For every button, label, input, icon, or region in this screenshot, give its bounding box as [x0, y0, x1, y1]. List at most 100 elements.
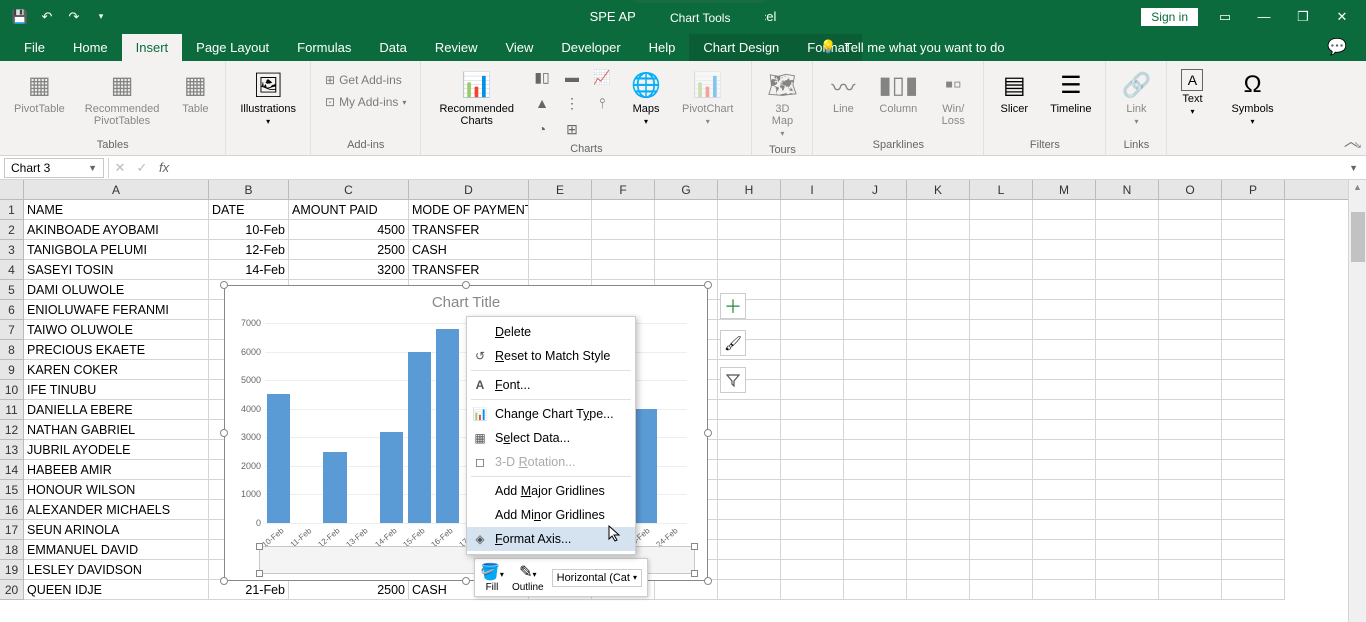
column-header[interactable]: F — [592, 180, 655, 199]
cell[interactable] — [592, 240, 655, 260]
cell[interactable] — [1033, 500, 1096, 520]
cell[interactable]: DATE — [209, 200, 289, 220]
ctx-add-major-gridlines[interactable]: Add Major Gridlines — [467, 479, 635, 503]
cell[interactable] — [1033, 520, 1096, 540]
tab-data[interactable]: Data — [365, 34, 420, 61]
cell[interactable]: MODE OF PAYMENT — [409, 200, 529, 220]
cell[interactable] — [907, 440, 970, 460]
table-button[interactable]: ▦Table — [173, 65, 217, 119]
pivotchart-button[interactable]: 📊PivotChart▾ — [676, 65, 739, 130]
cell[interactable]: TAIWO OLUWOLE — [24, 320, 209, 340]
cell[interactable] — [781, 540, 844, 560]
collapse-ribbon-icon[interactable]: ︿ — [1344, 131, 1358, 151]
cell[interactable] — [718, 260, 781, 280]
cell[interactable] — [844, 340, 907, 360]
cell[interactable] — [718, 420, 781, 440]
signin-button[interactable]: Sign in — [1141, 8, 1198, 26]
cell[interactable]: KAREN COKER — [24, 360, 209, 380]
column-header[interactable]: L — [970, 180, 1033, 199]
cell[interactable] — [718, 580, 781, 600]
tab-formulas[interactable]: Formulas — [283, 34, 365, 61]
cell[interactable] — [1033, 460, 1096, 480]
tab-home[interactable]: Home — [59, 34, 122, 61]
cell[interactable] — [970, 500, 1033, 520]
row-header[interactable]: 16 — [0, 500, 24, 520]
formula-input[interactable] — [175, 158, 1341, 178]
slicer-button[interactable]: ▤Slicer — [992, 65, 1036, 119]
cell[interactable] — [1222, 360, 1285, 380]
cell[interactable] — [718, 400, 781, 420]
cell[interactable] — [718, 460, 781, 480]
column-header[interactable]: H — [718, 180, 781, 199]
cell[interactable] — [1159, 220, 1222, 240]
cell[interactable] — [592, 220, 655, 240]
cell[interactable] — [1159, 500, 1222, 520]
cell[interactable]: TRANSFER — [409, 260, 529, 280]
cell[interactable] — [1222, 300, 1285, 320]
cell[interactable]: HONOUR WILSON — [24, 480, 209, 500]
cell[interactable] — [1033, 260, 1096, 280]
select-all-corner[interactable] — [0, 180, 24, 200]
cell[interactable] — [1222, 240, 1285, 260]
chart-line-icon[interactable]: 📈 — [588, 65, 616, 89]
tab-insert[interactable]: Insert — [122, 34, 183, 61]
column-header[interactable]: B — [209, 180, 289, 199]
cell[interactable] — [844, 560, 907, 580]
get-addins-button[interactable]: ⊞Get Add-ins — [319, 71, 408, 89]
cell[interactable] — [781, 420, 844, 440]
column-header[interactable]: E — [529, 180, 592, 199]
cell[interactable] — [1096, 240, 1159, 260]
cell[interactable] — [844, 220, 907, 240]
cell[interactable] — [844, 320, 907, 340]
chart-filters-button[interactable] — [720, 367, 746, 393]
cell[interactable] — [529, 240, 592, 260]
cell[interactable] — [1222, 260, 1285, 280]
cell[interactable]: AKINBOADE AYOBAMI — [24, 220, 209, 240]
cell[interactable] — [907, 420, 970, 440]
row-header[interactable]: 17 — [0, 520, 24, 540]
chart-stock-icon[interactable]: ⫯ — [588, 91, 616, 115]
chart-area-icon[interactable]: ▲ — [528, 91, 556, 115]
cell[interactable] — [1159, 560, 1222, 580]
cell[interactable] — [529, 260, 592, 280]
comments-icon[interactable]: 💬 — [1323, 33, 1351, 61]
cell[interactable]: JUBRIL AYODELE — [24, 440, 209, 460]
cell[interactable]: ALEXANDER MICHAELS — [24, 500, 209, 520]
cell[interactable] — [1096, 280, 1159, 300]
cell[interactable] — [1222, 480, 1285, 500]
row-header[interactable]: 9 — [0, 360, 24, 380]
cell[interactable] — [781, 560, 844, 580]
enter-formula-icon[interactable]: ✓ — [131, 160, 153, 176]
ribbon-display-icon[interactable]: ▭ — [1213, 7, 1237, 27]
chart-column-icon[interactable]: ▮▯ — [528, 65, 556, 89]
cell[interactable] — [1222, 340, 1285, 360]
sparkline-winloss-button[interactable]: ▪▫Win/ Loss — [931, 65, 975, 131]
cell[interactable] — [1222, 580, 1285, 600]
cell[interactable] — [844, 260, 907, 280]
row-header[interactable]: 10 — [0, 380, 24, 400]
cell[interactable] — [1033, 580, 1096, 600]
cell[interactable] — [970, 200, 1033, 220]
cell[interactable]: ENIOLUWAFE FERANMI — [24, 300, 209, 320]
cell[interactable] — [844, 460, 907, 480]
cell[interactable]: 2500 — [289, 580, 409, 600]
cell[interactable] — [1222, 460, 1285, 480]
cell[interactable] — [844, 300, 907, 320]
cell[interactable] — [1033, 400, 1096, 420]
cell[interactable] — [970, 440, 1033, 460]
scrollbar-thumb[interactable] — [1351, 212, 1365, 262]
cell[interactable] — [1033, 360, 1096, 380]
cell[interactable] — [1033, 480, 1096, 500]
cell[interactable] — [718, 440, 781, 460]
close-icon[interactable]: ✕ — [1330, 7, 1354, 27]
column-header[interactable]: G — [655, 180, 718, 199]
chart-scatter-icon[interactable]: ⋮ — [558, 91, 586, 115]
cell[interactable] — [970, 380, 1033, 400]
cell[interactable] — [907, 320, 970, 340]
axis-handle[interactable] — [256, 543, 263, 550]
3d-map-button[interactable]: 🗺3D Map▾ — [760, 65, 804, 142]
chart-handle-tm[interactable] — [462, 281, 470, 289]
tab-file[interactable]: File — [10, 34, 59, 61]
tab-chart-design[interactable]: Chart Design — [689, 34, 793, 61]
cell[interactable] — [592, 260, 655, 280]
